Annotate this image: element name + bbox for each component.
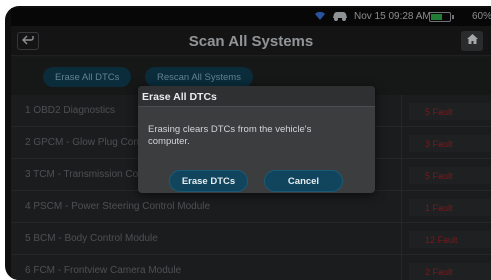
cancel-button[interactable]: Cancel: [264, 170, 343, 192]
dialog-title: Erase All DTCs: [138, 86, 375, 107]
screen: Nov 15 09:28 AM 60% Scan All Systems Era…: [11, 8, 491, 280]
dialog-message: Erasing clears DTCs from the vehicle's c…: [148, 124, 312, 147]
erase-dtcs-button[interactable]: Erase DTCs: [169, 170, 248, 192]
erase-dtcs-dialog: Erase All DTCs Erasing clears DTCs from …: [138, 86, 375, 193]
tablet-device: Nov 15 09:28 AM 60% Scan All Systems Era…: [5, 6, 491, 280]
